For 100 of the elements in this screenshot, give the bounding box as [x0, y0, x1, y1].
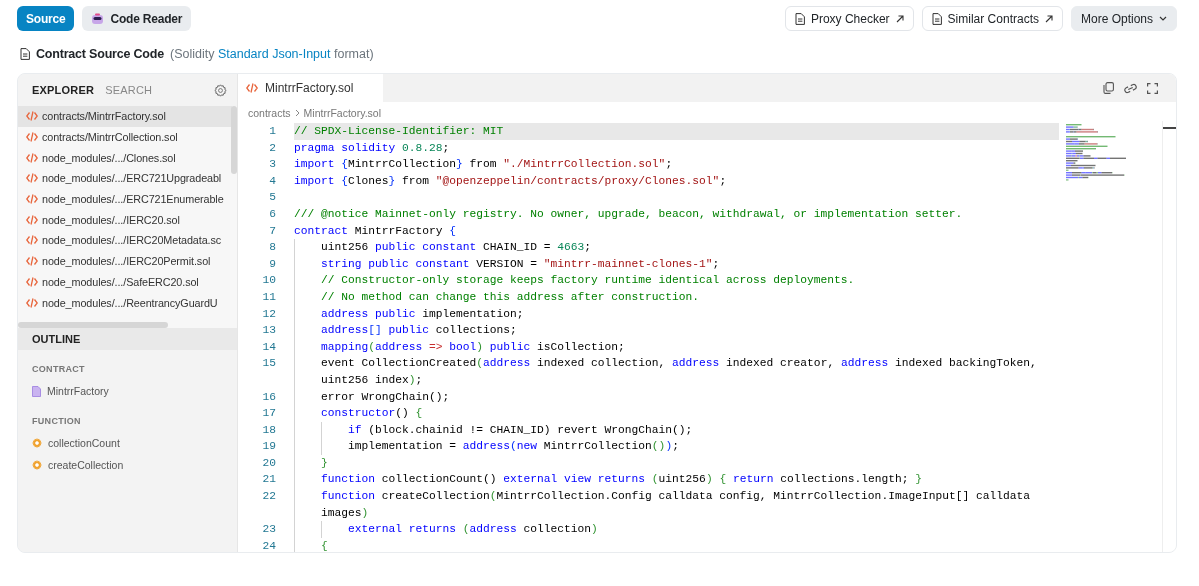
code-icon	[26, 111, 38, 122]
arrow-up-right-icon	[1044, 14, 1053, 23]
line-number: 10	[261, 273, 276, 289]
code-line: error WrongChain();	[294, 388, 1059, 406]
file-item[interactable]: contracts/MintrrFactory.sol	[18, 106, 232, 127]
code-icon	[26, 297, 38, 308]
line-number: 19	[261, 439, 276, 455]
outline-item-label: MintrrFactory	[47, 385, 109, 397]
code-line: /// @notice Mainnet-only registry. No owner, upgrade, beacon, withdrawal, or implementation setter.	[294, 206, 964, 222]
code-file-icon	[20, 48, 30, 60]
line-number: 7	[268, 223, 276, 239]
code-icon	[246, 83, 258, 93]
code-icon	[26, 152, 38, 163]
line-number: 6	[268, 206, 276, 222]
file-item[interactable]: contracts/MintrrCollection.sol	[18, 126, 232, 148]
copy-icon	[1103, 82, 1114, 94]
code-line: // Constructor-only storage keeps factory runtime identical across deployments.	[294, 272, 1059, 289]
line-number: 23	[261, 522, 276, 538]
file-name: node_modules/.../SafeERC20.sol	[42, 275, 199, 288]
file-name: node_modules/.../IERC20Metadata.sc	[42, 234, 222, 247]
file-item[interactable]: node_modules/.../ERC721Upgradeabl	[18, 168, 232, 189]
file-item[interactable]: node_modules/.../IERC20.sol	[18, 209, 232, 231]
format-note: (Solidity Standard Json-Input format)	[169, 47, 374, 61]
action-button[interactable]: Proxy Checker	[784, 6, 914, 31]
line-number: 4	[268, 173, 276, 189]
file-name: node_modules/.../IERC20Permit.sol	[42, 255, 211, 268]
chevron-right-icon	[294, 109, 300, 117]
editor-scrollbar[interactable]	[1162, 121, 1176, 552]
line-number: 11	[261, 289, 276, 305]
fullscreen-button[interactable]	[1147, 82, 1158, 94]
link-icon	[1123, 82, 1138, 94]
view-tab[interactable]: Source	[17, 6, 75, 31]
outline-group-label: FUNCTION	[31, 415, 81, 428]
robot-icon	[91, 12, 105, 25]
code-line: address[] public collections;	[294, 322, 1059, 339]
line-number: 8	[268, 240, 276, 256]
file-item[interactable]: node_modules/.../IERC20Metadata.sc	[18, 230, 232, 251]
view-tab[interactable]: Code Reader	[82, 6, 192, 31]
link-button[interactable]	[1123, 82, 1138, 94]
settings-icon	[214, 83, 227, 97]
line-number: 21	[261, 472, 276, 488]
code-line: constructor() {	[294, 405, 1059, 422]
line-number: 5	[268, 190, 276, 206]
file-item[interactable]: node_modules/.../ERC721Enumerable	[18, 188, 232, 210]
code-line: import {Clones} from "@openzeppelin/contracts/proxy/Clones.sol";	[294, 173, 728, 189]
file-icon	[32, 385, 41, 397]
settings-button[interactable]	[214, 83, 227, 97]
more-options-button[interactable]: More Options	[1070, 6, 1177, 31]
line-number: 18	[261, 422, 276, 438]
code-line: string public constant VERSION = "mintrr-mainnet-clones-1";	[294, 255, 1059, 273]
action-button[interactable]: Similar Contracts	[921, 6, 1063, 31]
format-link[interactable]: Standard Json-Input	[217, 47, 331, 61]
vertical-scrollbar[interactable]	[231, 106, 237, 174]
line-number: 13	[261, 323, 276, 339]
file-item[interactable]: node_modules/.../SafeERC20.sol	[18, 271, 232, 293]
file-name: node_modules/.../ReentrancyGuardU	[42, 296, 218, 309]
outline-item[interactable]: collectionCount	[18, 432, 237, 454]
fullscreen-icon	[1147, 82, 1158, 94]
code-line: // No method can change this address after construction.	[294, 288, 1059, 306]
code-line: address public implementation;	[294, 305, 1059, 323]
code-line: external returns (address collection)	[294, 521, 1059, 538]
line-number: 15	[261, 356, 276, 372]
code-icon	[26, 276, 38, 287]
file-name: contracts/MintrrFactory.sol	[42, 110, 166, 123]
gear-icon	[32, 460, 42, 470]
file-item[interactable]: node_modules/.../IERC20Permit.sol	[18, 250, 232, 272]
code-line: }	[294, 454, 1059, 472]
outline-group-label: CONTRACT	[31, 363, 85, 376]
outline-item[interactable]: MintrrFactory	[18, 380, 237, 402]
code-line: mapping(address => bool) public isCollection;	[294, 338, 1059, 356]
line-number: 16	[261, 389, 276, 405]
chevron-down-icon	[1159, 16, 1167, 21]
code-line: {	[294, 537, 1059, 552]
breadcrumb-item[interactable]: contracts	[248, 107, 291, 119]
code-icon	[26, 194, 38, 205]
file-name: node_modules/.../ERC721Enumerable	[42, 193, 224, 206]
file-item[interactable]: node_modules/.../ReentrancyGuardU	[18, 292, 232, 313]
line-number: 2	[268, 140, 276, 156]
file-tab[interactable]: MintrrFactory.sol	[238, 74, 384, 102]
file-name: node_modules/.../Clones.sol	[42, 151, 176, 164]
outline-item-label: collectionCount	[48, 437, 120, 449]
code-line: function createCollection(MintrrCollection.Config calldata config, MintrrCollection.ImageInput[] calldata images)	[294, 488, 1059, 522]
line-number: 9	[268, 256, 276, 272]
code-line: function collectionCount() external view returns (uint256) { return collections.length; }	[294, 471, 1059, 489]
line-number: 24	[261, 538, 276, 552]
copy-button[interactable]	[1103, 82, 1114, 94]
code-line: event CollectionCreated(address indexed collection, address indexed creator, address indexed backingToken, uint256 index);	[294, 355, 1059, 389]
horizontal-scrollbar[interactable]	[18, 322, 168, 328]
code-icon	[26, 256, 38, 267]
gear-icon	[32, 438, 42, 448]
file-item[interactable]: node_modules/.../Clones.sol	[18, 147, 232, 169]
outline-item-label: createCollection	[48, 459, 124, 471]
code-icon	[26, 214, 38, 225]
line-number: 3	[268, 157, 276, 173]
sidebar-tab[interactable]: EXPLORER	[32, 84, 95, 96]
outline-item[interactable]: createCollection	[18, 454, 237, 476]
code-icon	[26, 235, 38, 246]
section-title: Contract Source Code	[36, 47, 164, 61]
document-icon	[931, 12, 942, 25]
breadcrumb-item[interactable]: MintrrFactory.sol	[303, 107, 381, 119]
